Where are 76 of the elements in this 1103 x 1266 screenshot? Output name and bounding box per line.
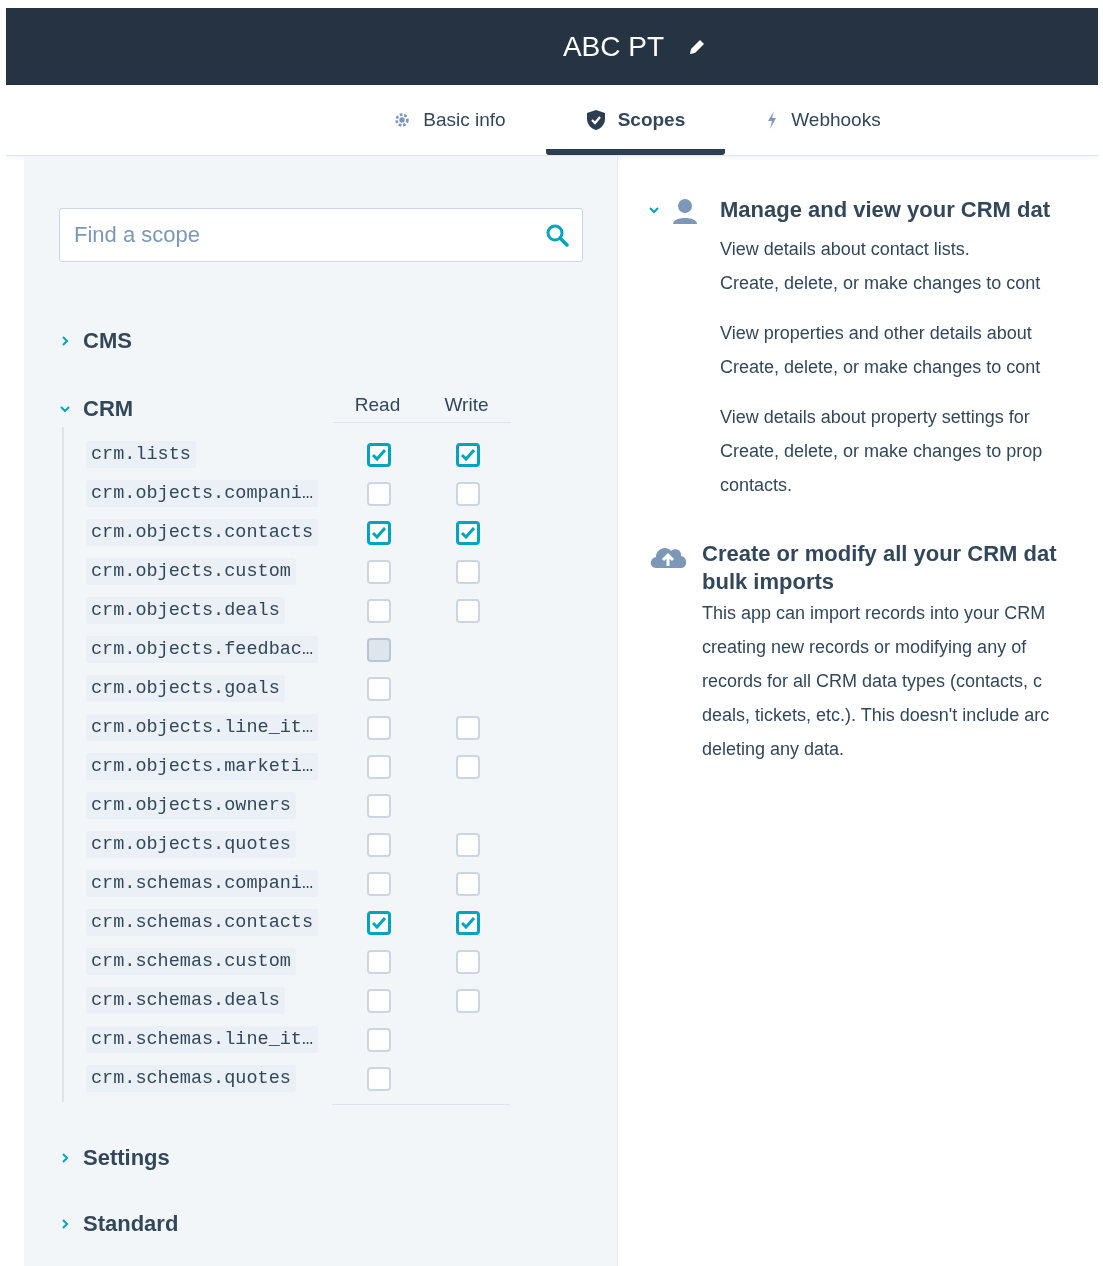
shield-check-icon xyxy=(585,109,606,131)
section-title: Create or modify all your CRM dat bulk imports xyxy=(702,540,1058,596)
checkbox[interactable] xyxy=(455,871,480,896)
scope-group[interactable]: Standard xyxy=(83,1211,179,1237)
checkbox[interactable] xyxy=(366,832,391,857)
checkbox[interactable] xyxy=(366,481,391,506)
section-title: Manage and view your CRM dat xyxy=(720,196,1052,224)
checkbox[interactable] xyxy=(366,988,391,1013)
checkbox[interactable] xyxy=(366,676,391,701)
checkbox[interactable] xyxy=(455,559,480,584)
scope-name: crm.objects.goals xyxy=(86,675,285,702)
scope-description: This app can import records into your CRM creating new records or modifying any of records for all CRM data types (contacts, c deals, tickets, etc.). This doesn't include arc deleting any data. xyxy=(702,602,1051,761)
checkbox[interactable] xyxy=(455,754,480,779)
scope-description: View details about contact lists. Create, delete, or make changes to cont xyxy=(720,238,1042,295)
scope-name: crm.objects.feedbac… xyxy=(86,636,319,663)
scope-name: crm.schemas.deals xyxy=(86,987,285,1014)
checkbox[interactable] xyxy=(455,442,480,467)
scope-group[interactable]: CMS xyxy=(83,328,132,354)
pencil-icon[interactable] xyxy=(688,37,707,56)
scope-name: crm.objects.contacts xyxy=(86,519,319,546)
checkbox[interactable] xyxy=(455,598,480,623)
check-icon xyxy=(371,448,386,461)
checkbox[interactable] xyxy=(366,871,391,896)
checkbox[interactable] xyxy=(366,949,391,974)
checkbox[interactable] xyxy=(366,1027,391,1052)
scope-name: crm.objects.owners xyxy=(86,792,296,819)
column-header: Read xyxy=(353,394,402,416)
checkbox[interactable] xyxy=(366,1066,391,1091)
checkbox[interactable] xyxy=(366,754,391,779)
scope-name: crm.objects.deals xyxy=(86,597,285,624)
checkbox[interactable] xyxy=(455,949,480,974)
checkbox[interactable] xyxy=(455,715,480,740)
checkbox[interactable] xyxy=(366,559,391,584)
check-icon xyxy=(371,526,386,539)
check-icon xyxy=(460,448,475,461)
gear-icon xyxy=(393,111,412,129)
scope-name: crm.objects.marketi… xyxy=(86,753,319,780)
checkbox[interactable] xyxy=(366,598,391,623)
scope-group[interactable]: CRM xyxy=(83,395,134,422)
chevron-right-icon[interactable] xyxy=(59,1218,71,1230)
scope-name: crm.schemas.line_it… xyxy=(86,1026,319,1053)
checkbox[interactable] xyxy=(455,520,480,545)
check-icon xyxy=(460,526,475,539)
scope-name: crm.schemas.quotes xyxy=(86,1065,296,1092)
checkbox[interactable] xyxy=(455,988,480,1013)
chevron-right-icon[interactable] xyxy=(59,335,71,347)
app-title: ABC PT xyxy=(562,30,665,63)
checkbox[interactable] xyxy=(366,793,391,818)
checkbox[interactable] xyxy=(366,442,391,467)
scope-name: crm.objects.custom xyxy=(86,558,296,585)
tab[interactable]: Webhooks xyxy=(725,85,921,155)
chevron-right-icon[interactable] xyxy=(59,1152,71,1164)
checkbox[interactable] xyxy=(455,481,480,506)
check-icon xyxy=(460,916,475,929)
checkbox[interactable] xyxy=(455,832,480,857)
tab[interactable]: Basic info xyxy=(353,85,546,155)
check-icon xyxy=(371,916,386,929)
scope-name: crm.schemas.compani… xyxy=(86,870,319,897)
scope-group[interactable]: Settings xyxy=(83,1145,170,1171)
search-field[interactable]: Find a scope xyxy=(59,208,583,262)
scope-description: View details about property settings for Create, delete, or make changes to prop contacts. xyxy=(720,406,1044,497)
scope-description: View properties and other details about Create, delete, or make changes to cont xyxy=(720,322,1042,379)
scope-name: crm.lists xyxy=(86,441,196,468)
scope-name: crm.schemas.custom xyxy=(86,948,296,975)
scope-name: crm.objects.quotes xyxy=(86,831,296,858)
chevron-down-icon[interactable] xyxy=(648,204,660,216)
checkbox[interactable] xyxy=(455,910,480,935)
search-icon xyxy=(545,223,569,247)
person-icon xyxy=(672,198,698,226)
column-header: Write xyxy=(443,394,490,416)
scope-name: crm.objects.line_it… xyxy=(86,714,319,741)
checkbox[interactable] xyxy=(366,910,391,935)
scope-name: crm.schemas.contacts xyxy=(86,909,319,936)
scope-name: crm.objects.compani… xyxy=(86,480,319,507)
checkbox[interactable] xyxy=(366,520,391,545)
checkbox[interactable] xyxy=(366,715,391,740)
